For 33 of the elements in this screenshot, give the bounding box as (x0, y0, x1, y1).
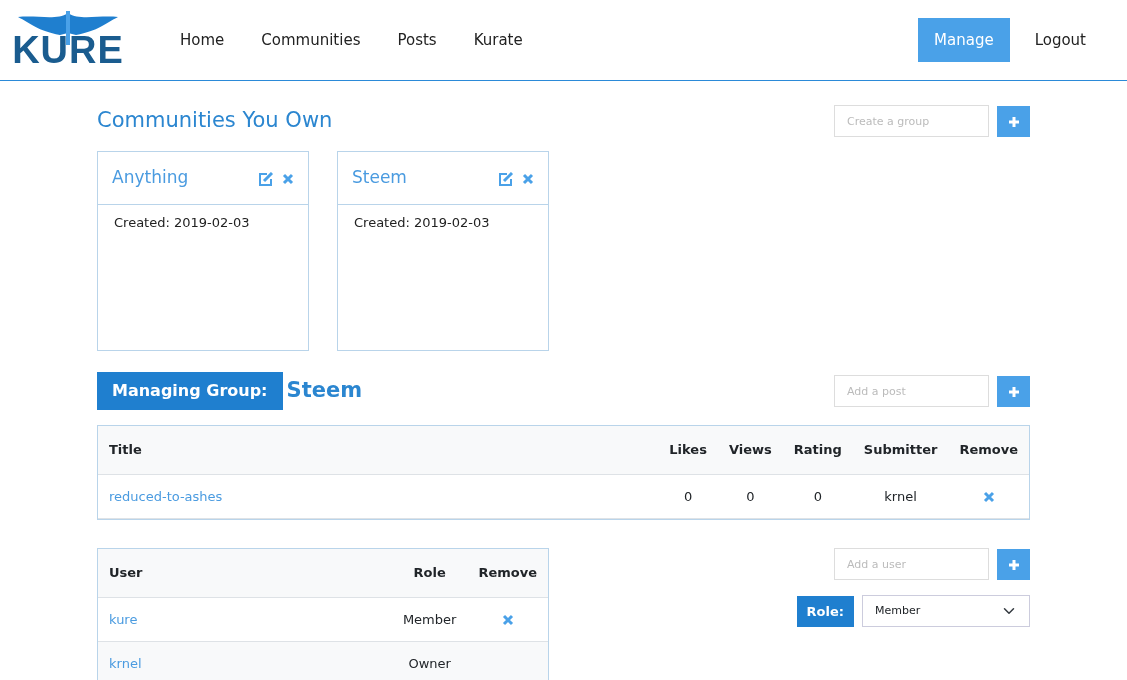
role-dropdown[interactable]: Member (862, 595, 1030, 627)
created-date: Created: 2019-02-03 (114, 214, 251, 232)
table-cell: 0 (746, 488, 755, 504)
user-field[interactable]: Add a user (834, 548, 989, 580)
column-header: Rating (782, 426, 853, 474)
column-header: User (98, 549, 392, 597)
nav-link[interactable]: Communities (249, 18, 373, 62)
managing-label: Managing Group: (97, 372, 283, 410)
column-header: Remove (467, 549, 548, 597)
section-heading: Communities You Own (97, 108, 333, 134)
group-name-field[interactable]: Create a group (834, 105, 989, 137)
nav-link[interactable]: Home (168, 18, 237, 62)
add-button[interactable] (997, 375, 1030, 407)
add-button[interactable] (997, 548, 1030, 580)
role-label: Role: (796, 595, 854, 627)
table-cell: 0 (813, 488, 822, 504)
column-header: Views (717, 426, 783, 474)
nav-link[interactable]: Kurate (461, 18, 535, 62)
add-button[interactable] (997, 105, 1030, 137)
table-cell: Owner (408, 656, 451, 671)
group-title: Steem (286, 377, 363, 405)
column-header: Title (98, 426, 659, 474)
column-header: Role (391, 549, 468, 597)
column-header: Submitter (852, 426, 949, 474)
table-cell: 0 (684, 488, 693, 504)
column-header: Remove (948, 426, 1029, 474)
created-date: Created: 2019-02-03 (354, 214, 491, 232)
nav-link[interactable]: Logout (1022, 18, 1098, 62)
table-cell: Member (402, 611, 457, 627)
post-field[interactable]: Add a post (834, 375, 989, 407)
table-cell: krnel (884, 488, 917, 504)
column-header: Likes (658, 426, 718, 474)
nav-link[interactable]: Posts (385, 18, 449, 62)
